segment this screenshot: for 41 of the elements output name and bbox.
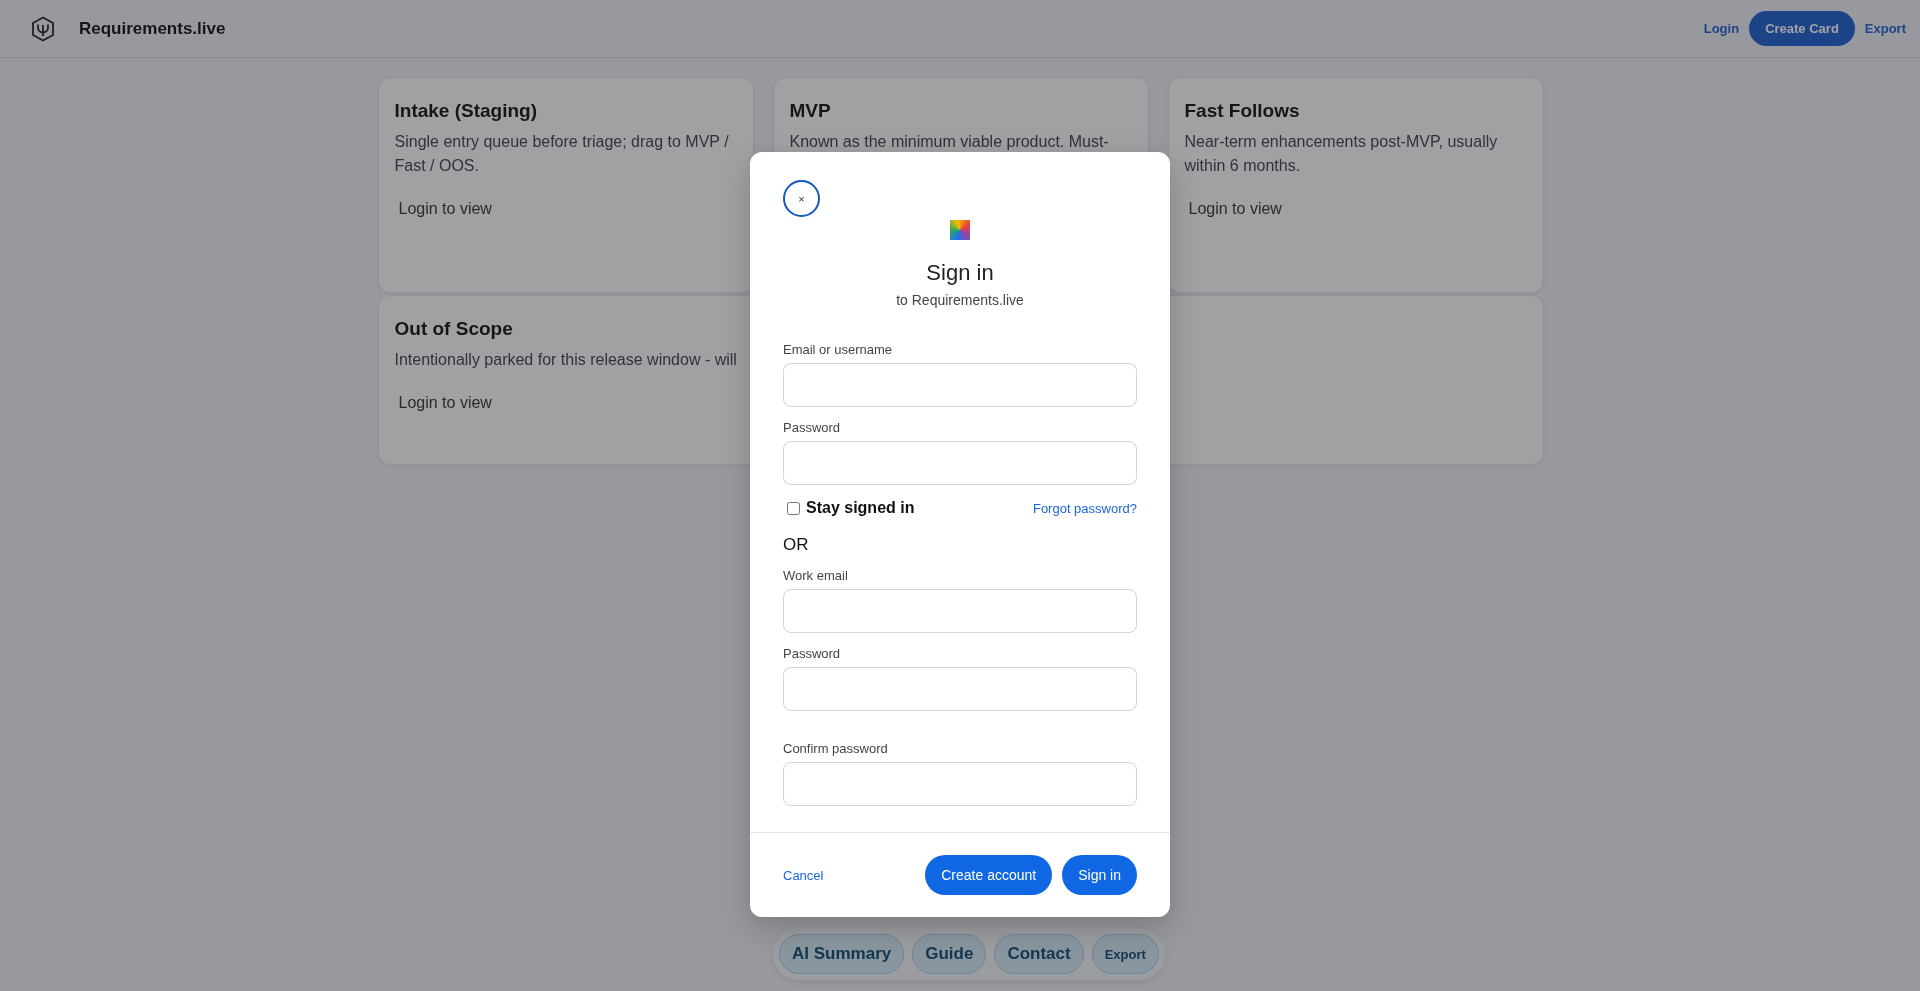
- field-label: Work email: [783, 568, 849, 583]
- card-title: Out of Scope: [394, 318, 514, 340]
- card-description: Intentionally parked for this release window - will: [394, 350, 737, 370]
- input-field[interactable]: [783, 667, 1137, 711]
- dialog-button[interactable]: Create account: [925, 855, 1053, 895]
- dock-button[interactable]: Guide: [912, 934, 987, 974]
- card-description: Near-term enhancements post-MVP, usually within 6 months.: [1184, 132, 1499, 176]
- field-label: Password: [783, 420, 842, 435]
- dock-button[interactable]: Contact: [994, 934, 1084, 974]
- nav-link[interactable]: Export: [1864, 21, 1906, 36]
- login-to-view-link[interactable]: Login to view: [398, 200, 492, 218]
- field-label: Password: [783, 646, 842, 661]
- dialog-title: Sign in: [925, 260, 995, 286]
- input-field[interactable]: [783, 441, 1137, 485]
- card-title: Fast Follows: [1184, 100, 1301, 122]
- brand-name: Requirements.live: [79, 18, 226, 39]
- card-description: Single entry queue before triage; drag to MVP / Fast / OOS.: [394, 132, 730, 176]
- cancel-link[interactable]: Cancel: [783, 867, 824, 883]
- create-card-button[interactable]: Create Card: [1749, 11, 1855, 46]
- card-title: MVP: [789, 100, 832, 122]
- field-label: Confirm password: [783, 741, 889, 756]
- input-field[interactable]: [783, 762, 1137, 806]
- card-title: Intake (Staging): [394, 100, 538, 122]
- card-description: Known as the minimum viable product. Must-: [789, 132, 1109, 152]
- dialog-subtitle: to Requirements.live: [895, 292, 1025, 308]
- input-field[interactable]: [783, 363, 1137, 407]
- logo-icon: [950, 220, 970, 240]
- checkbox-label: Stay signed in: [806, 499, 915, 517]
- logo-icon: [31, 15, 55, 42]
- dialog-button[interactable]: Sign in: [1062, 855, 1137, 895]
- login-to-view-link[interactable]: Login to view: [1188, 200, 1282, 218]
- separator-text: OR: [783, 535, 810, 555]
- dock-button[interactable]: AI Summary: [779, 934, 905, 974]
- nav-link[interactable]: Login: [1703, 21, 1740, 36]
- field-label: Email or username: [783, 342, 894, 357]
- forgot-password-link[interactable]: Forgot password?: [1032, 500, 1137, 516]
- dock-button[interactable]: Export: [1091, 934, 1159, 974]
- login-to-view-link[interactable]: Login to view: [398, 394, 492, 412]
- close-button[interactable]: ×: [783, 180, 820, 217]
- checkbox[interactable]: [787, 501, 800, 515]
- input-field[interactable]: [783, 589, 1137, 633]
